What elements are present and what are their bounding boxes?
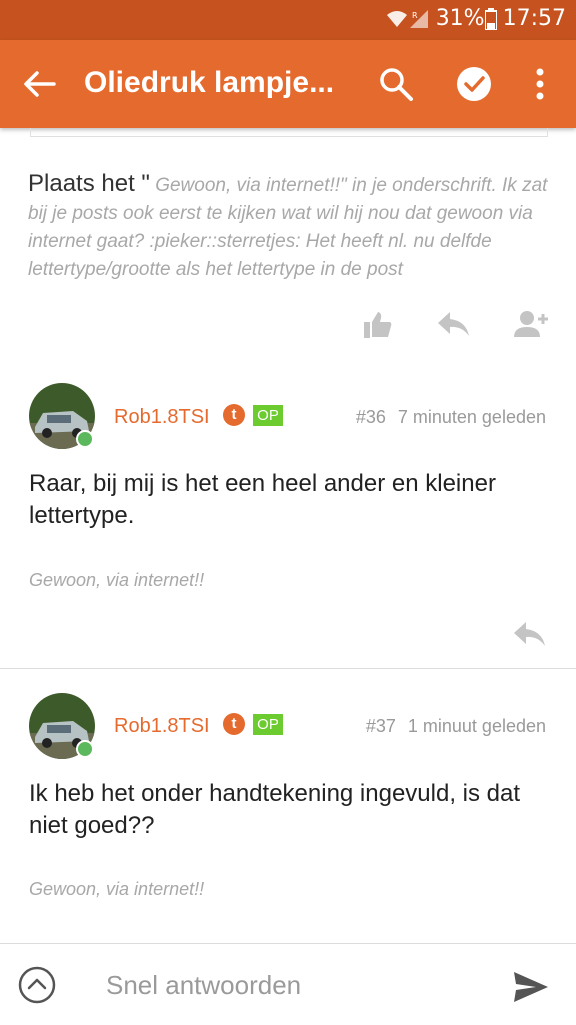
online-indicator (76, 430, 94, 448)
post-text: Plaats het " Gewoon, via internet!!" in … (28, 170, 550, 284)
tapatalk-badge: t (223, 404, 245, 426)
post-time: 1 minuut geleden (407, 716, 546, 736)
send-icon[interactable] (512, 970, 550, 1004)
previous-quote-box (30, 128, 548, 137)
post-actions (0, 308, 576, 342)
post-meta: #37 1 minuut geleden (366, 716, 546, 737)
post-divider (0, 668, 576, 669)
thumbs-up-icon[interactable] (364, 312, 392, 338)
post-body: Ik heb het onder handtekening ingevuld, … (29, 780, 521, 839)
online-indicator (76, 740, 94, 758)
reply-icon[interactable] (438, 312, 470, 338)
battery-percent: 31% (435, 6, 485, 31)
add-user-icon[interactable] (514, 310, 548, 338)
op-badge: OP (253, 405, 283, 426)
wifi-icon (386, 10, 407, 27)
search-icon[interactable] (378, 66, 414, 102)
post-meta: #36 7 minuten geleden (356, 407, 546, 428)
post-time: 7 minuten geleden (397, 407, 546, 427)
clock: 17:57 (502, 6, 566, 31)
post-number: #37 (365, 716, 396, 736)
page-title: Oliedruk lampje... (84, 66, 335, 99)
battery-icon (484, 7, 497, 30)
post-body: Raar, bij mij is het een heel ander en k… (29, 470, 496, 529)
post-lead-text: Plaats het " (28, 170, 150, 197)
post-signature: Gewoon, via internet!! (29, 879, 205, 899)
check-circle-icon[interactable] (456, 66, 492, 102)
post-number: #36 (355, 407, 386, 427)
username[interactable]: Rob1.8TSI (114, 715, 210, 738)
reply-icon[interactable] (514, 622, 546, 648)
post-signature: Gewoon, via internet!! (29, 570, 205, 590)
expand-up-icon[interactable] (18, 966, 56, 1004)
back-arrow-icon[interactable] (22, 67, 56, 101)
app-bar: Oliedruk lampje... (0, 40, 576, 128)
signal-icon: R (409, 9, 428, 28)
status-bar: R 31% 17:57 (0, 0, 576, 40)
username[interactable]: Rob1.8TSI (114, 406, 210, 429)
tapatalk-badge: t (223, 713, 245, 735)
roaming-label: R (412, 11, 418, 20)
more-vert-icon[interactable] (528, 66, 552, 102)
status-icons: R 31% 17:57 (386, 6, 566, 31)
quick-reply-input[interactable]: Snel antwoorden (106, 970, 301, 1001)
quick-reply-bar: Snel antwoorden (0, 943, 576, 1025)
op-badge: OP (253, 714, 283, 735)
